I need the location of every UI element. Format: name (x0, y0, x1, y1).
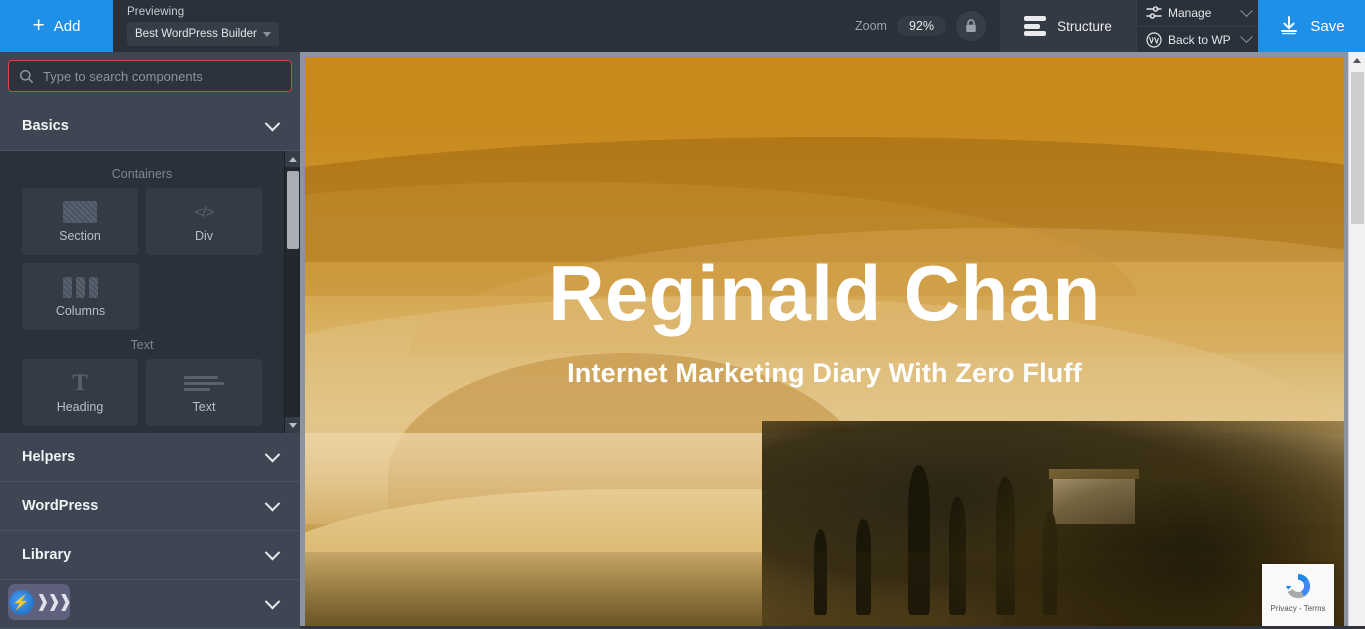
plus-icon: + (32, 13, 45, 37)
page-scrollbar-thumb[interactable] (1351, 72, 1364, 224)
recaptcha-text: Privacy - Terms (1270, 604, 1326, 613)
sidebar-section-basics[interactable]: Basics (0, 102, 300, 151)
sidebar-section-helpers[interactable]: Helpers (0, 433, 300, 482)
sliders-icon (1146, 6, 1162, 19)
search-wrapper: Type to search components (0, 52, 300, 102)
preview-frame: Reginald Chan Internet Marketing Diary W… (305, 57, 1344, 626)
save-button[interactable]: Save (1258, 0, 1365, 52)
chevron-down-icon (1240, 30, 1253, 44)
chevrons-glyph: ❱❱❱ (35, 591, 73, 612)
sidebar-section-label: Helpers (22, 449, 76, 465)
save-download-icon (1281, 16, 1298, 35)
chevron-up-icon (1353, 58, 1361, 63)
previewing-block: Previewing Best WordPress Builder (113, 0, 289, 52)
component-card-section[interactable]: Section (22, 188, 138, 255)
component-row: Section </> Div (22, 188, 262, 255)
component-card-div[interactable]: </> Div (146, 188, 262, 255)
component-row: T Heading Text (22, 359, 262, 426)
sidebar-section-library[interactable]: Library (0, 531, 300, 580)
sidebar-section-label: Library (22, 547, 72, 563)
heading-icon: T (72, 370, 88, 395)
lock-icon[interactable] (956, 11, 986, 41)
wordpress-icon (1146, 31, 1162, 48)
sidebar-section-label: Basics (22, 118, 69, 134)
preview-canvas: Reginald Chan Internet Marketing Diary W… (300, 52, 1365, 626)
scrollbar-track[interactable] (285, 167, 300, 417)
back-to-wp-button[interactable]: Back to WP (1137, 26, 1258, 52)
chevron-down-icon (1240, 3, 1253, 17)
chevron-down-icon (264, 593, 281, 609)
components-list: Containers Section </> Div Columns Text (0, 151, 284, 433)
structure-bars-icon (1024, 16, 1047, 36)
chevron-down-icon (264, 115, 281, 131)
sidebar-section-wordpress[interactable]: WordPress (0, 482, 300, 531)
chevron-down-icon (264, 495, 281, 511)
manage-button-label: Manage (1168, 6, 1212, 20)
section-icon (63, 200, 97, 224)
recaptcha-icon (1286, 574, 1311, 599)
foreground-shadow (305, 552, 1344, 626)
add-button-label: Add (53, 17, 81, 35)
components-scrollbar[interactable] (284, 151, 300, 433)
page-scrollbar[interactable] (1348, 52, 1365, 626)
component-card-label: Div (194, 229, 214, 243)
scroll-up-button[interactable] (285, 151, 300, 167)
component-card-label: Columns (55, 304, 106, 318)
components-sidebar: Type to search components Basics Contain… (0, 52, 300, 629)
chevron-down-icon (264, 544, 281, 560)
speed-bolt-icon[interactable]: ⚡ ❱❱❱ (8, 584, 73, 620)
search-input[interactable]: Type to search components (8, 60, 292, 92)
component-card-label: Section (59, 229, 101, 243)
zoom-value[interactable]: 92% (896, 16, 946, 36)
scrollbar-thumb[interactable] (287, 171, 299, 249)
chevron-down-icon (264, 446, 281, 462)
search-icon (19, 69, 34, 83)
structure-button[interactable]: Structure (1000, 0, 1136, 52)
save-button-label: Save (1310, 17, 1345, 35)
chevron-down-icon (262, 31, 271, 37)
hero-background-image (305, 57, 1344, 626)
zoom-control-group: Zoom 92% (855, 0, 1000, 52)
component-card-label: Text (192, 400, 216, 414)
component-row: Columns (22, 263, 262, 330)
components-panel: Containers Section </> Div Columns Text (0, 151, 300, 433)
code-brackets-icon: </> (194, 203, 215, 221)
structure-button-label: Structure (1057, 18, 1112, 34)
component-group-label-text: Text (130, 338, 154, 352)
add-button[interactable]: + Add (0, 0, 113, 52)
previewing-select[interactable]: Best WordPress Builder (127, 22, 279, 46)
wp-button-group: Manage Back to WP (1136, 0, 1258, 52)
chevron-down-icon (288, 422, 297, 428)
component-card-text[interactable]: Text (146, 359, 262, 426)
zoom-label: Zoom (855, 19, 887, 33)
component-card-columns[interactable]: Columns (22, 263, 139, 330)
columns-icon (63, 275, 98, 299)
top-toolbar: + Add Previewing Best WordPress Builder … (0, 0, 1365, 52)
previewing-label: Previewing (127, 6, 185, 18)
recaptcha-badge[interactable]: Privacy - Terms (1262, 564, 1334, 626)
page-scroll-up-button[interactable] (1349, 52, 1365, 69)
chevron-up-icon (288, 156, 297, 162)
scroll-down-button[interactable] (285, 417, 300, 433)
previewing-selected-value: Best WordPress Builder (135, 28, 257, 40)
search-placeholder: Type to search components (43, 68, 203, 84)
manage-button[interactable]: Manage (1137, 0, 1258, 26)
sidebar-section-label: WordPress (22, 498, 99, 514)
component-card-label: Heading (56, 400, 104, 414)
bolt-glyph: ⚡ (8, 589, 34, 615)
back-to-wp-button-label: Back to WP (1168, 32, 1231, 47)
component-card-heading[interactable]: T Heading (22, 359, 138, 426)
text-lines-icon (184, 371, 224, 395)
component-group-label-containers: Containers (111, 167, 173, 181)
